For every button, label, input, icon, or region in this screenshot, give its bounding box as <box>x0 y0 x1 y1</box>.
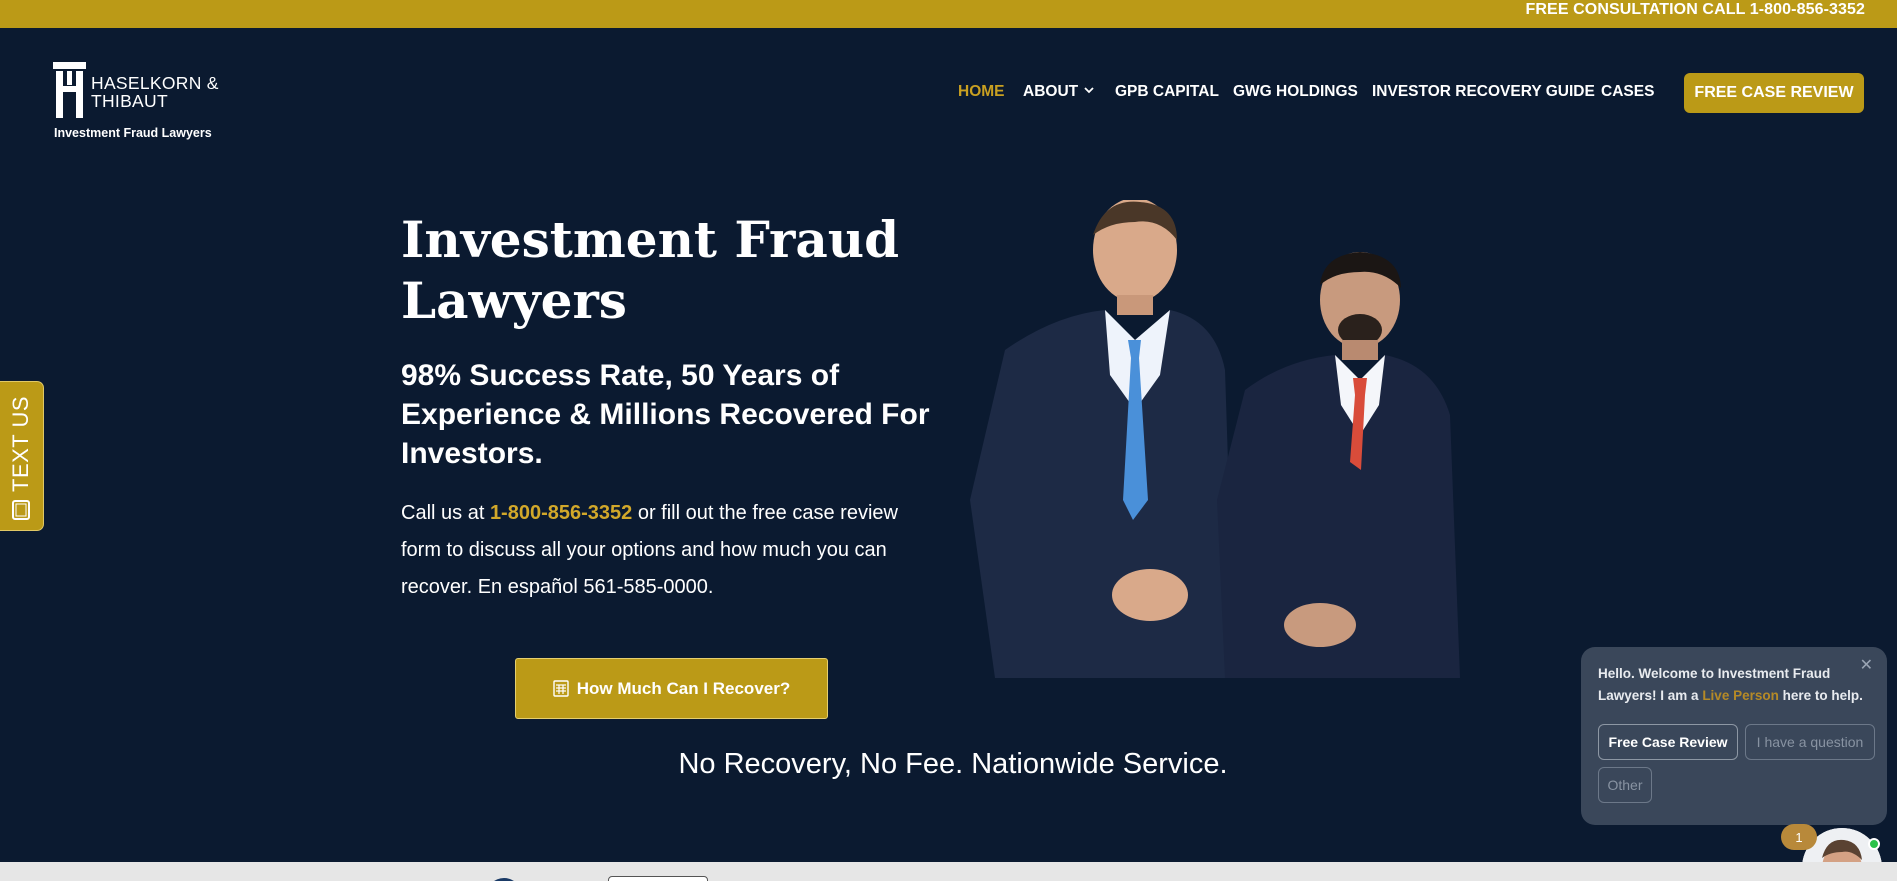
nav-item-gwg-holdings[interactable]: GWG HOLDINGS <box>1233 83 1358 101</box>
chat-notification-badge: 1 <box>1781 824 1817 850</box>
hero-body-text: Call us at 1-800-856-3352 or fill out th… <box>401 495 941 606</box>
nav-item-investor-recovery-guide[interactable]: INVESTOR RECOVERY GUIDE <box>1372 83 1595 101</box>
attorneys-photo <box>970 200 1460 678</box>
nav-item-about[interactable]: ABOUT <box>1023 83 1094 101</box>
nav-item-about-label: ABOUT <box>1023 83 1079 100</box>
free-case-review-button[interactable]: FREE CASE REVIEW <box>1684 73 1864 113</box>
chat-option-question[interactable]: I have a question <box>1745 724 1875 760</box>
hero-title: Investment Fraud Lawyers <box>401 209 921 331</box>
top-announcement-bar: FREE CONSULTATION CALL 1-800-856-3352 <box>0 0 1897 28</box>
hero-title-line1: Investment Fraud <box>401 210 900 269</box>
main-navigation: HOME ABOUT GPB CAPITAL GWG HOLDINGS INVE… <box>0 83 1897 103</box>
nav-item-cases[interactable]: CASES <box>1601 83 1654 101</box>
how-much-can-i-recover-label: How Much Can I Recover? <box>576 678 791 698</box>
nav-item-gpb-capital[interactable]: GPB CAPITAL <box>1115 83 1219 101</box>
text-us-label: TEXT US <box>8 395 33 492</box>
chat-option-other[interactable]: Other <box>1598 767 1652 803</box>
hero-title-line2: Lawyers <box>401 271 627 330</box>
online-status-indicator <box>1868 838 1880 850</box>
next-section-strip <box>0 862 1897 881</box>
hero-body-prefix: Call us at <box>401 502 490 524</box>
chat-message-suffix: here to help. <box>1778 688 1863 703</box>
chat-option-free-case-review[interactable]: Free Case Review <box>1598 724 1738 760</box>
nav-item-home[interactable]: HOME <box>958 83 1005 101</box>
mobile-phone-icon <box>12 500 30 520</box>
chat-welcome-message: Hello. Welcome to Investment Fraud Lawye… <box>1598 663 1878 707</box>
text-us-tab[interactable]: TEXT US <box>0 381 44 531</box>
consultation-phone-link[interactable]: FREE CONSULTATION CALL 1-800-856-3352 <box>1526 1 1865 19</box>
calculator-icon <box>553 680 569 697</box>
hero-subtitle: 98% Success Rate, 50 Years of Experience… <box>401 359 930 470</box>
logo-tagline: Investment Fraud Lawyers <box>54 126 212 140</box>
live-chat-bubble: ✕ Hello. Welcome to Investment Fraud Law… <box>1581 647 1887 825</box>
how-much-can-i-recover-button[interactable]: How Much Can I Recover? <box>515 658 828 719</box>
hero-phone-link[interactable]: 1-800-856-3352 <box>490 502 632 524</box>
next-section-box <box>608 876 708 881</box>
chat-live-person-text: Live Person <box>1702 688 1779 703</box>
chevron-down-icon <box>1084 87 1094 94</box>
